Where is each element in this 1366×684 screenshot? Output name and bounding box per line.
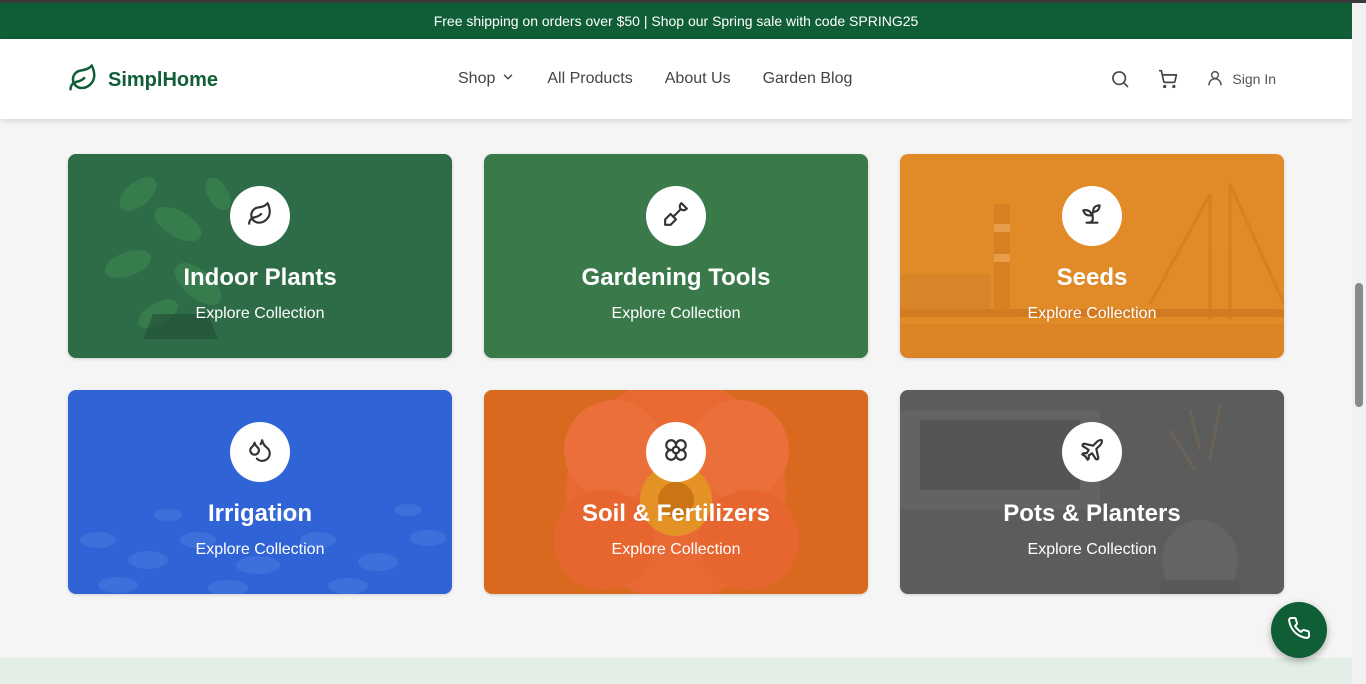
plant-background-image — [105, 177, 231, 339]
explore-collection-link[interactable]: Explore Collection — [484, 541, 868, 559]
main-nav: Shop All Products About Us Garden Blog — [458, 39, 852, 119]
search-icon[interactable] — [1110, 69, 1130, 89]
category-card-indoor-plants[interactable]: Indoor Plants Explore Collection — [68, 154, 452, 358]
lighthouse-background-image — [900, 183, 1284, 358]
nav-shop[interactable]: Shop — [458, 70, 515, 89]
category-card-pots-planters[interactable]: Pots & Planters Explore Collection — [900, 390, 1284, 594]
user-icon — [1206, 69, 1224, 90]
nav-shop-label: Shop — [458, 70, 496, 87]
chevron-down-icon — [501, 70, 515, 89]
category-title: Indoor Plants — [183, 264, 337, 291]
explore-collection-link[interactable]: Explore Collection — [68, 541, 452, 559]
category-icon-circle — [646, 422, 706, 482]
shovel-icon — [663, 201, 689, 232]
nav-about-us[interactable]: About Us — [665, 70, 731, 88]
sign-in-label: Sign In — [1232, 71, 1276, 87]
category-icon-circle — [646, 186, 706, 246]
explore-collection-link[interactable]: Explore Collection — [68, 305, 452, 323]
sign-in-button[interactable]: Sign In — [1206, 69, 1276, 90]
sprout-icon — [1079, 201, 1105, 232]
promo-text: Free shipping on orders over $50 | Shop … — [433, 13, 919, 29]
category-icon-circle — [230, 186, 290, 246]
category-title: Seeds — [1056, 264, 1128, 291]
page-scrollbar[interactable] — [1352, 3, 1366, 684]
phone-icon — [1287, 616, 1311, 645]
cart-icon[interactable] — [1158, 69, 1178, 89]
leaf-icon — [247, 201, 273, 232]
category-card-soil-fertilizers[interactable]: Soil & Fertilizers Explore Collection — [484, 390, 868, 594]
brand-name: SimplHome — [108, 69, 219, 91]
leaf-logo-icon — [68, 63, 98, 98]
next-section-band — [0, 658, 1352, 684]
logo[interactable]: SimplHome — [68, 63, 218, 98]
category-icon-circle — [1062, 422, 1122, 482]
category-icon-circle — [1062, 186, 1122, 246]
nav-all-products[interactable]: All Products — [547, 70, 632, 88]
vase-background-image — [900, 404, 1240, 594]
seedlings-background-image — [80, 504, 446, 594]
explore-collection-link[interactable]: Explore Collection — [484, 305, 868, 323]
flower-background-image — [554, 390, 799, 594]
scrollbar-thumb[interactable] — [1355, 283, 1363, 407]
category-title: Pots & Planters — [1003, 500, 1181, 527]
site-header: SimplHome Shop All Products About Us Gar… — [0, 39, 1352, 119]
nav-garden-blog[interactable]: Garden Blog — [763, 70, 853, 88]
droplets-icon — [247, 437, 273, 468]
category-card-seeds[interactable]: Seeds Explore Collection — [900, 154, 1284, 358]
category-title: Irrigation — [207, 500, 312, 527]
category-card-irrigation[interactable]: Irrigation Explore Collection — [68, 390, 452, 594]
promo-banner: Free shipping on orders over $50 | Shop … — [0, 3, 1352, 39]
header-actions: Sign In — [1110, 39, 1276, 119]
explore-collection-link[interactable]: Explore Collection — [900, 541, 1284, 559]
category-card-gardening-tools[interactable]: Gardening Tools Explore Collection — [484, 154, 868, 358]
category-title: Soil & Fertilizers — [581, 500, 771, 527]
flower-icon — [663, 437, 689, 468]
call-button[interactable] — [1271, 602, 1327, 658]
plane-icon — [1079, 437, 1105, 468]
category-title: Gardening Tools — [581, 264, 771, 291]
category-icon-circle — [230, 422, 290, 482]
explore-collection-link[interactable]: Explore Collection — [900, 305, 1284, 323]
